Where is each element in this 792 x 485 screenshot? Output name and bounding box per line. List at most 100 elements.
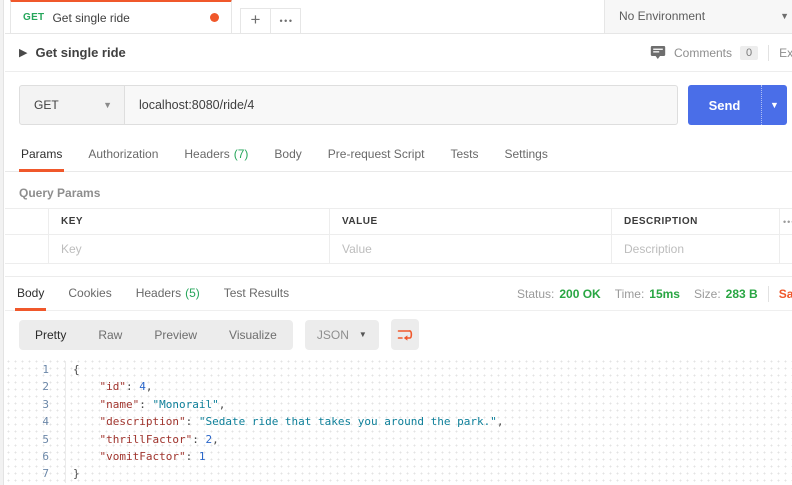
- request-bar: GET ▼ localhost:8080/ride/4 Send ▼: [5, 72, 792, 139]
- table-header-row: KEY VALUE DESCRIPTION •••: [5, 209, 792, 235]
- tab-count: (5): [185, 286, 200, 300]
- line-number: 5: [5, 431, 65, 448]
- send-label[interactable]: Send: [688, 85, 761, 125]
- line-number: 4: [5, 413, 65, 430]
- method-label: GET: [34, 98, 59, 112]
- view-tab-pretty[interactable]: Pretty: [19, 320, 82, 350]
- tab-settings[interactable]: Settings: [503, 139, 550, 172]
- chevron-down-icon: ▼: [103, 100, 112, 110]
- code-text: {: [65, 361, 80, 378]
- query-params-heading: Query Params: [5, 172, 792, 208]
- description-input[interactable]: Description: [612, 235, 779, 263]
- tab-body[interactable]: Body: [272, 139, 303, 172]
- url-text: localhost:8080/ride/4: [139, 98, 254, 112]
- code-text: "name": "Monorail",: [65, 396, 225, 413]
- comments-button[interactable]: Comments: [674, 46, 732, 60]
- time-label: Time:: [615, 287, 645, 301]
- format-select[interactable]: JSON ▼: [305, 320, 379, 350]
- response-body-editor[interactable]: 1{2 "id": 4,3 "name": "Monorail",4 "desc…: [5, 358, 792, 485]
- status-label: Status:: [517, 287, 554, 301]
- tab-count: (7): [234, 147, 249, 161]
- value-input[interactable]: Value: [330, 235, 612, 263]
- code-line: 7}: [5, 465, 792, 482]
- code-line: 1{: [5, 361, 792, 378]
- environment-label: No Environment: [619, 9, 705, 23]
- new-tab-button[interactable]: +: [240, 8, 271, 33]
- code-line: 2 "id": 4,: [5, 378, 792, 395]
- view-tab-raw[interactable]: Raw: [82, 320, 138, 350]
- line-number: 2: [5, 378, 65, 395]
- method-select[interactable]: GET ▼: [19, 85, 125, 125]
- response-tabs: Body Cookies Headers (5) Test Results Sta…: [5, 277, 792, 311]
- tab-label: Settings: [505, 147, 548, 161]
- code-text: "description": "Sedate ride that takes y…: [65, 413, 503, 430]
- main-panel: GET Get single ride + ••• No Environment…: [5, 0, 792, 485]
- column-header-key: KEY: [49, 209, 330, 234]
- tab-params[interactable]: Params: [19, 139, 64, 172]
- code-lines: 1{2 "id": 4,3 "name": "Monorail",4 "desc…: [5, 361, 792, 483]
- column-header-value: VALUE: [330, 209, 612, 234]
- view-mode-group: Pretty Raw Preview Visualize: [19, 320, 293, 350]
- response-toolbar: Pretty Raw Preview Visualize JSON ▼: [5, 311, 792, 358]
- response-tab-body[interactable]: Body: [15, 277, 46, 311]
- code-line: 4 "description": "Sedate ride that takes…: [5, 413, 792, 430]
- examples-button[interactable]: Examples: [779, 46, 792, 60]
- row-handle[interactable]: [5, 235, 49, 263]
- collapse-caret-icon[interactable]: ▶: [19, 46, 27, 59]
- line-number: 3: [5, 396, 65, 413]
- divider: [768, 45, 769, 61]
- status-value: 200 OK: [559, 287, 600, 301]
- send-options-caret[interactable]: ▼: [761, 85, 787, 125]
- column-header-description: DESCRIPTION: [612, 209, 779, 234]
- environment-selector[interactable]: No Environment ▼: [604, 0, 792, 33]
- comments-count-badge: 0: [740, 46, 758, 60]
- wrap-lines-icon: [397, 328, 413, 342]
- response-meta: Status: 200 OK Time: 15ms Size: 283 B Sa…: [517, 277, 792, 310]
- tab-label: Tests: [450, 147, 478, 161]
- wrap-lines-button[interactable]: [391, 319, 419, 350]
- tab-authorization[interactable]: Authorization: [86, 139, 160, 172]
- page-title: Get single ride: [35, 45, 125, 60]
- table-row: Key Value Description: [5, 235, 792, 264]
- tab-label: Cookies: [68, 286, 111, 300]
- divider: [768, 286, 769, 302]
- format-label: JSON: [317, 328, 349, 342]
- tab-headers[interactable]: Headers(7): [182, 139, 250, 172]
- line-number: 7: [5, 465, 65, 482]
- tab-label: Params: [21, 147, 62, 161]
- key-input[interactable]: Key: [49, 235, 330, 263]
- code-text: "id": 4,: [65, 378, 153, 395]
- response-tab-test-results[interactable]: Test Results: [222, 277, 291, 311]
- chevron-down-icon: ▼: [359, 330, 367, 339]
- table-options-button[interactable]: •••: [779, 209, 792, 234]
- tab-bar: GET Get single ride + ••• No Environment…: [5, 0, 792, 34]
- view-tab-visualize[interactable]: Visualize: [213, 320, 293, 350]
- response-panel: Body Cookies Headers (5) Test Results Sta…: [5, 276, 792, 485]
- save-response-button[interactable]: Save Response: [779, 287, 792, 301]
- request-title-row: ▶ Get single ride Comments 0 Examples: [5, 34, 792, 72]
- tab-method-badge: GET: [23, 12, 44, 23]
- time-value: 15ms: [649, 287, 680, 301]
- sidebar-edge: [0, 0, 4, 485]
- postman-app: GET Get single ride + ••• No Environment…: [0, 0, 792, 485]
- url-input[interactable]: localhost:8080/ride/4: [125, 85, 678, 125]
- comments-icon: [650, 45, 666, 60]
- tab-label: Headers: [136, 286, 181, 300]
- response-tab-headers[interactable]: Headers (5): [134, 277, 202, 311]
- tab-options-button[interactable]: •••: [270, 8, 301, 33]
- tab-label: Body: [17, 286, 44, 300]
- response-tab-cookies[interactable]: Cookies: [66, 277, 113, 311]
- request-tabs: Params Authorization Headers(7) Body Pre…: [5, 139, 792, 172]
- size-value: 283 B: [726, 287, 758, 301]
- unsaved-dot-icon: [210, 13, 219, 22]
- tab-pre-request-script[interactable]: Pre-request Script: [326, 139, 427, 172]
- request-tab[interactable]: GET Get single ride: [10, 0, 232, 33]
- tab-label: Test Results: [224, 286, 289, 300]
- tab-tests[interactable]: Tests: [448, 139, 480, 172]
- query-params-table: KEY VALUE DESCRIPTION ••• Key Value Desc…: [5, 208, 792, 264]
- code-line: 3 "name": "Monorail",: [5, 396, 792, 413]
- line-number: 6: [5, 448, 65, 465]
- code-text: "thrillFactor": 2,: [65, 431, 219, 448]
- send-button[interactable]: Send ▼: [688, 85, 787, 125]
- view-tab-preview[interactable]: Preview: [138, 320, 213, 350]
